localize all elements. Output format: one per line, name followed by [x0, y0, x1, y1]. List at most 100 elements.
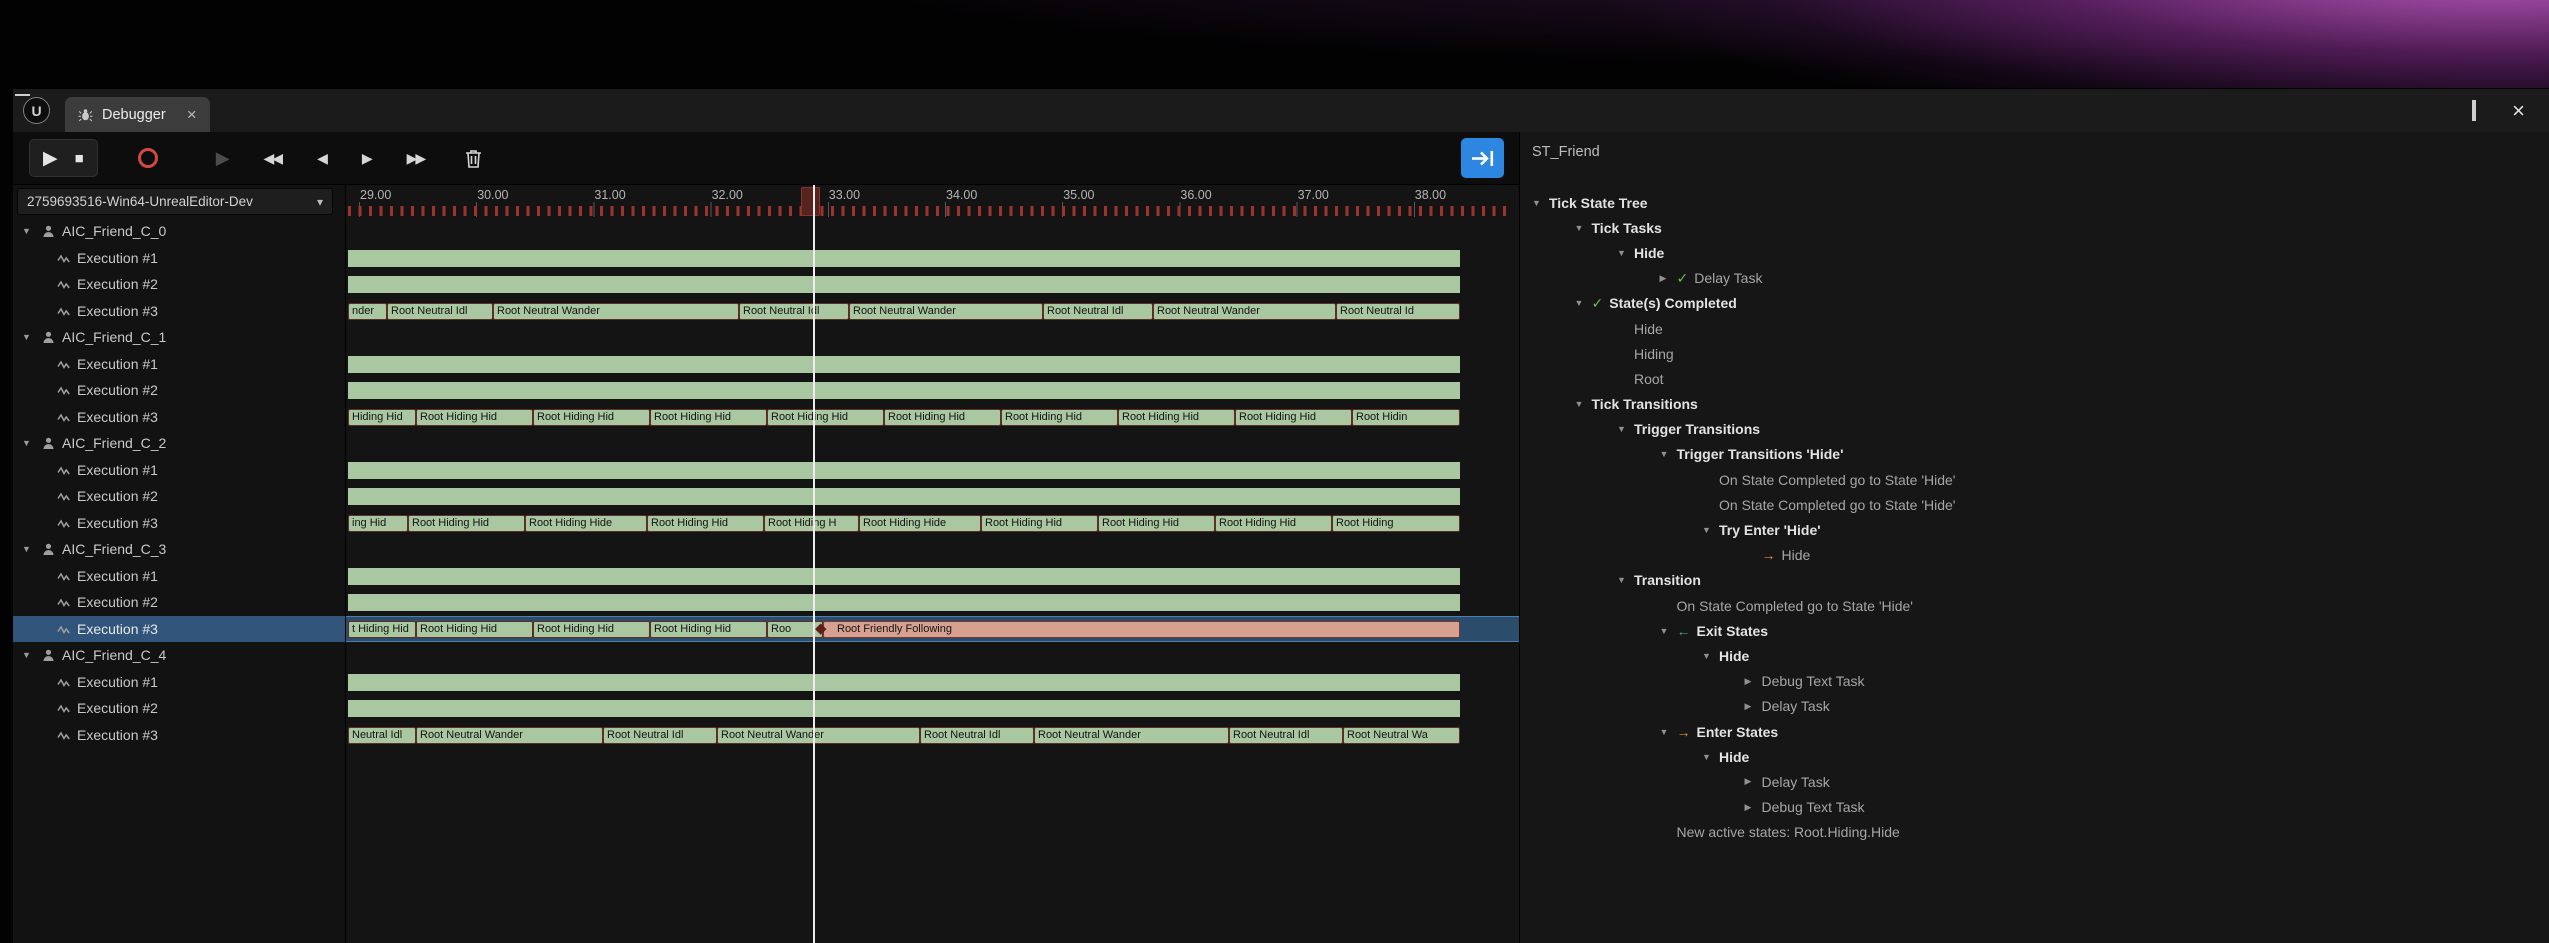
resume-debugger-button[interactable]: ▶ — [216, 148, 230, 169]
statetree-row[interactable]: Hide — [1520, 316, 2549, 341]
statetree-row[interactable]: ▶Delay Task — [1520, 694, 2549, 719]
statetree-row[interactable]: ▶Delay Task — [1520, 769, 2549, 794]
execution-row[interactable]: Execution #3 — [13, 722, 345, 749]
instance-row[interactable]: ▼AIC_Friend_C_2 — [13, 430, 345, 457]
timeline-track[interactable] — [346, 695, 1519, 722]
state-segment[interactable]: Root Neutral Idl — [1229, 727, 1343, 744]
state-segment[interactable]: Root Hiding Hid — [1001, 409, 1118, 426]
execution-row[interactable]: Execution #2 — [13, 271, 345, 298]
expander-icon[interactable]: ▼ — [1617, 575, 1634, 585]
collapsed-expander-icon[interactable]: ▶ — [1745, 776, 1762, 787]
state-segment[interactable]: Root Hiding — [1332, 515, 1460, 532]
state-segment[interactable]: Hiding Hid — [348, 409, 416, 426]
timeline-track[interactable]: t Hiding HidRoot Hiding HidRoot Hiding H… — [346, 616, 1519, 643]
state-segment[interactable]: Root Hidin — [1352, 409, 1460, 426]
maximize-button[interactable] — [2472, 102, 2476, 120]
instance-row[interactable]: ▼AIC_Friend_C_1 — [13, 324, 345, 351]
state-segment[interactable]: Root Neutral Wander — [1034, 727, 1229, 744]
expander-icon[interactable]: ▼ — [1617, 248, 1634, 258]
execution-row[interactable]: Execution #2 — [13, 377, 345, 404]
step-forward-button[interactable]: ▶ — [362, 150, 373, 167]
timeline-scrubber[interactable] — [801, 187, 820, 216]
statetree-row[interactable]: ▼Hide — [1520, 643, 2549, 668]
execution-row[interactable]: Execution #1 — [13, 351, 345, 378]
statetree-row[interactable]: ▶Debug Text Task — [1520, 669, 2549, 694]
collapsed-expander-icon[interactable]: ▶ — [1745, 701, 1762, 712]
state-segment[interactable]: Root Neutral Id — [1336, 303, 1460, 320]
stop-button[interactable]: ■ — [75, 151, 84, 166]
statetree-row[interactable]: ▼✓State(s) Completed — [1520, 291, 2549, 316]
statetree-row[interactable]: ▼Tick Transitions — [1520, 392, 2549, 417]
clear-recording-button[interactable] — [464, 148, 483, 169]
timeline-track[interactable]: Hiding HidRoot Hiding HidRoot Hiding Hid… — [346, 404, 1519, 431]
active-states-bar[interactable] — [348, 594, 1460, 611]
statetree-row[interactable]: New active states: Root.Hiding.Hide — [1520, 820, 2549, 845]
execution-row[interactable]: Execution #1 — [13, 245, 345, 272]
active-states-bar[interactable] — [348, 700, 1460, 717]
state-segment[interactable]: Root Hiding Hid — [416, 409, 533, 426]
timeline-track[interactable] — [346, 669, 1519, 696]
state-segment[interactable]: Root Hiding Hid — [981, 515, 1098, 532]
state-segment[interactable]: Root Neutral Wander — [416, 727, 603, 744]
statetree-row[interactable]: ▼Transition — [1520, 568, 2549, 593]
state-segment[interactable]: Root Neutral Wa — [1343, 727, 1460, 744]
state-segment[interactable]: Root Hiding Hide — [859, 515, 981, 532]
timeline-track[interactable] — [346, 377, 1519, 404]
timeline-track[interactable]: nderRoot Neutral Idl Root Neutral Wander R… — [346, 298, 1519, 325]
expander-icon[interactable]: ▼ — [1575, 399, 1592, 409]
state-segment[interactable]: Root Hiding Hid — [650, 409, 767, 426]
timeline-track[interactable] — [346, 563, 1519, 590]
active-states-bar[interactable] — [348, 276, 1460, 293]
statetree-row[interactable]: On State Completed go to State 'Hide' — [1520, 467, 2549, 492]
execution-row[interactable]: Execution #1 — [13, 457, 345, 484]
statetree-row[interactable]: Root — [1520, 366, 2549, 391]
state-segment[interactable]: Root Neutral Idl — [387, 303, 493, 320]
step-forward-events-button[interactable]: ▶▶ — [407, 150, 427, 167]
state-segment[interactable]: Root Hiding Hid — [767, 409, 884, 426]
expander-icon[interactable]: ▼ — [22, 438, 35, 448]
collapsed-expander-icon[interactable]: ▶ — [1745, 676, 1762, 687]
execution-row[interactable]: Execution #3 — [13, 298, 345, 325]
execution-row[interactable]: Execution #1 — [13, 669, 345, 696]
state-segment[interactable]: Neutral Idl — [348, 727, 416, 744]
state-segment[interactable]: nder — [348, 303, 387, 320]
state-segment[interactable]: Root Neutral Wander — [849, 303, 1043, 320]
collapsed-expander-icon[interactable]: ▶ — [1745, 802, 1762, 813]
play-button[interactable]: ▶ — [43, 149, 58, 168]
timeline-ruler[interactable]: 29.0030.0031.0032.0033.0034.0035.0036.00… — [346, 185, 1519, 218]
expander-icon[interactable]: ▼ — [22, 332, 35, 342]
expander-icon[interactable]: ▼ — [1702, 752, 1719, 762]
state-segment[interactable]: ing Hid — [348, 515, 408, 532]
expander-icon[interactable]: ▼ — [1660, 727, 1677, 737]
statetree-row[interactable]: ▼←Exit States — [1520, 618, 2549, 643]
session-dropdown[interactable]: 2759693516-Win64-UnrealEditor-Dev ▾ — [17, 188, 333, 215]
execution-row[interactable]: Execution #3 — [13, 616, 345, 643]
tab-close-icon[interactable]: × — [187, 106, 197, 123]
statetree-row[interactable]: ▼Hide — [1520, 744, 2549, 769]
state-segment[interactable]: Root Hiding Hide — [525, 515, 647, 532]
execution-row[interactable]: Execution #3 — [13, 510, 345, 537]
statetree-row[interactable]: ▼Hide — [1520, 240, 2549, 265]
state-segment[interactable]: Root Neutral Idl — [920, 727, 1034, 744]
collapsed-expander-icon[interactable]: ▶ — [1660, 273, 1677, 284]
expander-icon[interactable]: ▼ — [1532, 198, 1549, 208]
state-segment[interactable]: Root Hiding Hid — [647, 515, 764, 532]
statetree-row[interactable]: On State Completed go to State 'Hide' — [1520, 492, 2549, 517]
close-button[interactable]: × — [2512, 100, 2525, 122]
statetree-row[interactable]: →Hide — [1520, 543, 2549, 568]
execution-row[interactable]: Execution #2 — [13, 483, 345, 510]
expander-icon[interactable]: ▼ — [1617, 424, 1634, 434]
timeline-track[interactable]: ing HidRoot Hiding HidRoot Hiding HideRo… — [346, 510, 1519, 537]
expander-icon[interactable]: ▼ — [1702, 651, 1719, 661]
timeline-track[interactable] — [346, 483, 1519, 510]
state-segment[interactable]: Root Neutral Wander — [717, 727, 920, 744]
statetree-row[interactable]: ▼Trigger Transitions 'Hide' — [1520, 442, 2549, 467]
instance-row[interactable]: ▼AIC_Friend_C_0 — [13, 218, 345, 245]
statetree-row[interactable]: ▼Try Enter 'Hide' — [1520, 517, 2549, 542]
statetree-row[interactable]: ▼→Enter States — [1520, 719, 2549, 744]
expander-icon[interactable]: ▼ — [1575, 298, 1592, 308]
state-segment[interactable]: Root Hiding Hid — [1118, 409, 1235, 426]
execution-row[interactable]: Execution #2 — [13, 589, 345, 616]
state-segment[interactable]: Root Neutral Idl — [603, 727, 717, 744]
execution-row[interactable]: Execution #1 — [13, 563, 345, 590]
